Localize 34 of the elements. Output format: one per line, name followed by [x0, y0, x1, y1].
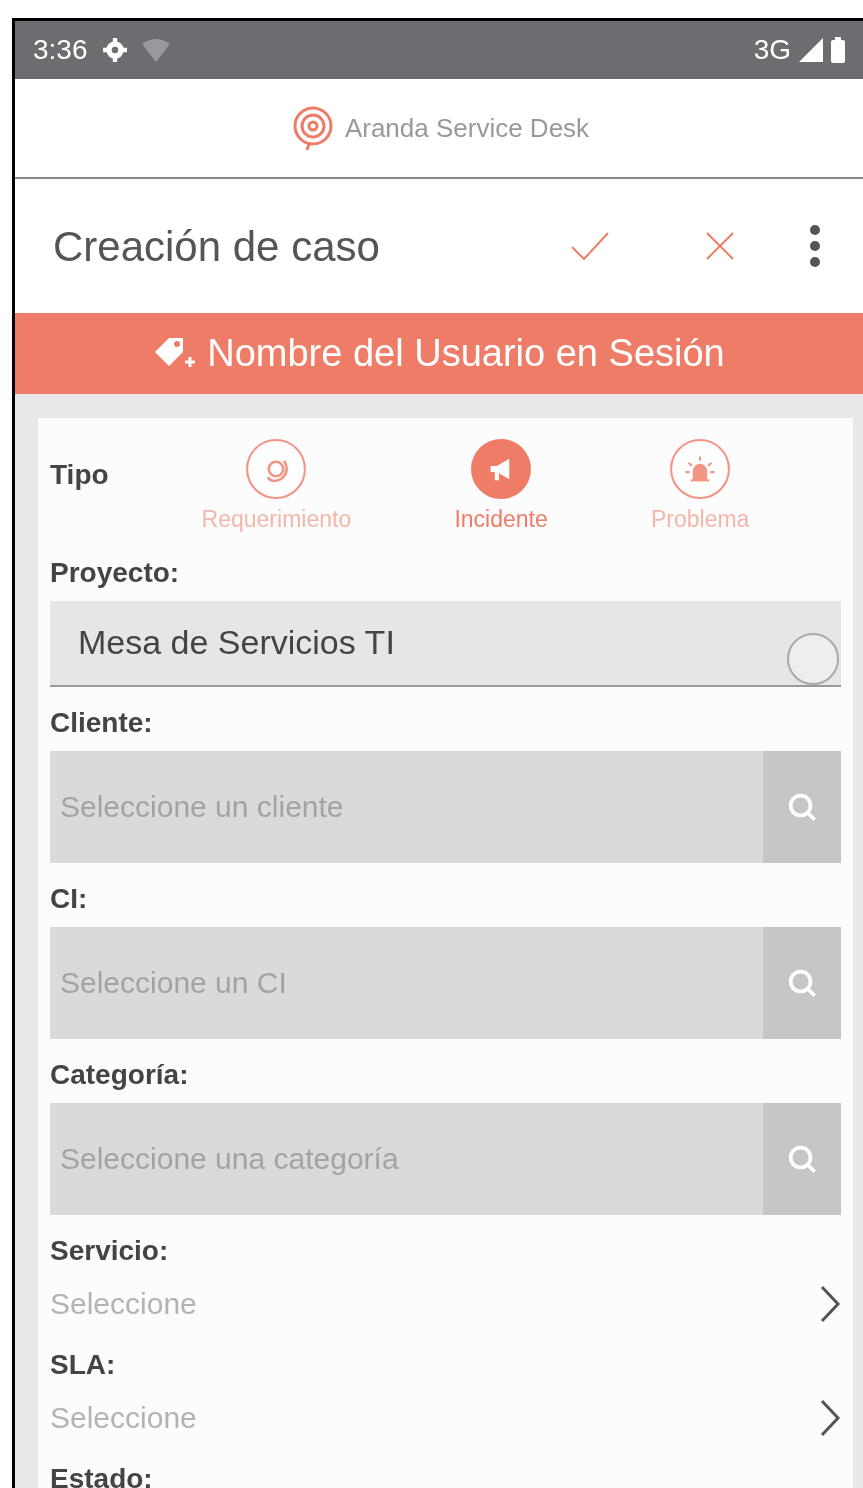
search-button[interactable] — [763, 1102, 841, 1215]
field-label: CI: — [50, 884, 89, 913]
field-label: Servicio: — [50, 1236, 170, 1265]
dropdown-knob — [787, 632, 839, 685]
network-type: 3G — [753, 33, 791, 67]
chevron-right-icon — [819, 1283, 841, 1324]
search-button[interactable] — [763, 926, 841, 1039]
signal-icon — [799, 38, 823, 62]
field-label: Cliente: — [50, 708, 154, 737]
picker-row[interactable]: Seleccione — [50, 1278, 841, 1329]
type-label: Tipo — [50, 458, 110, 492]
more-icon — [809, 225, 821, 267]
app-name: Aranda Service Desk — [344, 111, 590, 145]
case-type-option[interactable]: Incidente — [454, 438, 548, 537]
wifi-icon — [141, 38, 170, 62]
problem-type-icon — [669, 438, 732, 500]
page-title: Creación de caso — [53, 221, 381, 272]
battery-icon — [831, 37, 845, 63]
case-type-option[interactable]: Requerimiento — [201, 438, 352, 537]
incident-type-icon — [470, 438, 533, 500]
picker-row[interactable]: Seleccione — [50, 1392, 841, 1443]
project-dropdown[interactable]: Mesa de Servicios TI — [50, 600, 841, 687]
status-time: 3:36 — [33, 33, 88, 67]
chevron-right-icon — [819, 1397, 841, 1438]
search-button[interactable] — [763, 750, 841, 863]
case-type-option[interactable]: Problema — [650, 438, 750, 537]
check-icon — [570, 231, 610, 261]
field-label: SLA: — [50, 1350, 117, 1379]
close-icon — [705, 231, 735, 261]
field-label: Estado: — [50, 1464, 154, 1488]
field-label: Categoría: — [50, 1060, 190, 1089]
request-type-icon — [245, 438, 308, 500]
field-label: Proyecto: — [50, 558, 181, 587]
user-name: Nombre del Usuario en Sesión — [207, 331, 725, 376]
